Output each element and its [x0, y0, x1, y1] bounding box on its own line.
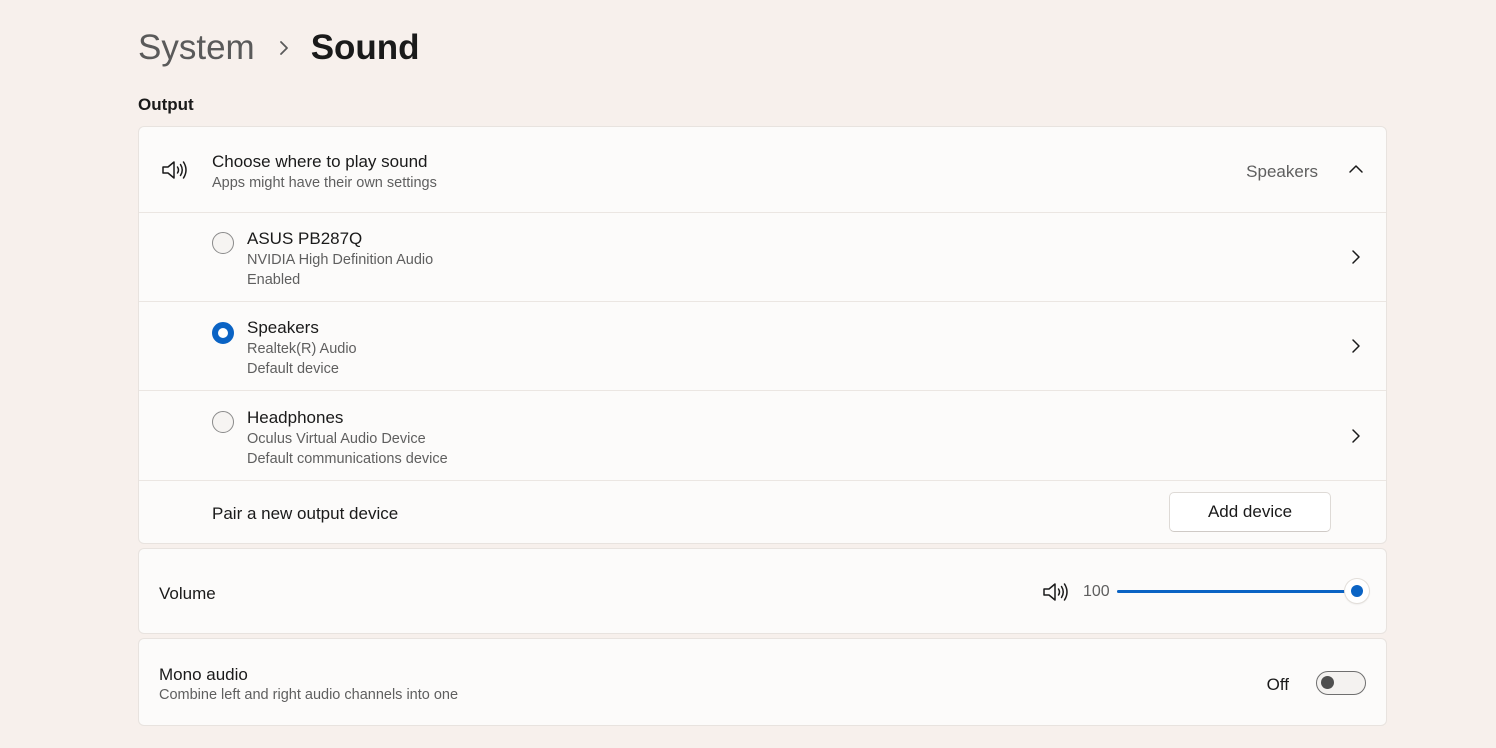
volume-card: Volume 100: [138, 548, 1387, 634]
device-driver: Oculus Virtual Audio Device: [247, 431, 426, 447]
output-section-title: Output: [138, 95, 194, 114]
device-name: Headphones: [247, 408, 344, 427]
chevron-right-icon[interactable]: [1348, 428, 1364, 444]
device-row-asus[interactable]: ASUS PB287Q NVIDIA High Definition Audio…: [139, 212, 1386, 301]
mono-audio-toggle[interactable]: [1316, 671, 1366, 695]
add-device-button[interactable]: Add device: [1169, 492, 1331, 532]
choose-output-row[interactable]: Choose where to play sound Apps might ha…: [139, 127, 1386, 212]
speaker-icon[interactable]: [1042, 580, 1070, 604]
toggle-knob: [1321, 676, 1334, 689]
selected-output-value: Speakers: [1246, 162, 1318, 181]
device-status: Default communications device: [247, 451, 448, 467]
volume-label: Volume: [159, 584, 216, 603]
device-radio-headphones[interactable]: [212, 411, 234, 433]
sound-settings-page: System Sound Output Choose where to play…: [0, 0, 1496, 748]
device-row-headphones[interactable]: Headphones Oculus Virtual Audio Device D…: [139, 390, 1386, 480]
pair-device-row: Pair a new output device Add device: [139, 480, 1386, 544]
device-driver: NVIDIA High Definition Audio: [247, 252, 434, 268]
device-name: Speakers: [247, 318, 319, 337]
chevron-right-icon[interactable]: [1348, 338, 1364, 354]
device-row-speakers[interactable]: Speakers Realtek(R) Audio Default device: [139, 301, 1386, 390]
device-status: Default device: [247, 361, 339, 377]
volume-slider-thumb[interactable]: [1345, 579, 1369, 603]
mono-audio-card: Mono audio Combine left and right audio …: [138, 638, 1387, 726]
mono-audio-state-label: Off: [1266, 675, 1289, 694]
device-radio-speakers[interactable]: [212, 322, 234, 344]
breadcrumb-system-link[interactable]: System: [138, 28, 255, 68]
breadcrumb-chevron-icon: [277, 40, 291, 56]
output-card: Choose where to play sound Apps might ha…: [138, 126, 1387, 544]
choose-output-subtitle: Apps might have their own settings: [212, 175, 437, 191]
volume-slider[interactable]: [1117, 579, 1369, 603]
volume-slider-fill: [1117, 590, 1357, 593]
chevron-right-icon[interactable]: [1348, 249, 1364, 265]
mono-audio-subtitle: Combine left and right audio channels in…: [159, 687, 459, 703]
chevron-up-icon[interactable]: [1348, 161, 1364, 177]
device-driver: Realtek(R) Audio: [247, 341, 357, 357]
mono-audio-title: Mono audio: [159, 665, 248, 684]
device-radio-asus[interactable]: [212, 232, 234, 254]
pair-device-label: Pair a new output device: [212, 504, 399, 523]
breadcrumb: System Sound: [138, 26, 420, 70]
device-name: ASUS PB287Q: [247, 229, 363, 248]
device-status: Enabled: [247, 272, 301, 288]
volume-value: 100: [1083, 583, 1110, 600]
speaker-icon: [162, 161, 187, 179]
page-title: Sound: [310, 28, 420, 67]
choose-output-title: Choose where to play sound: [212, 152, 428, 171]
